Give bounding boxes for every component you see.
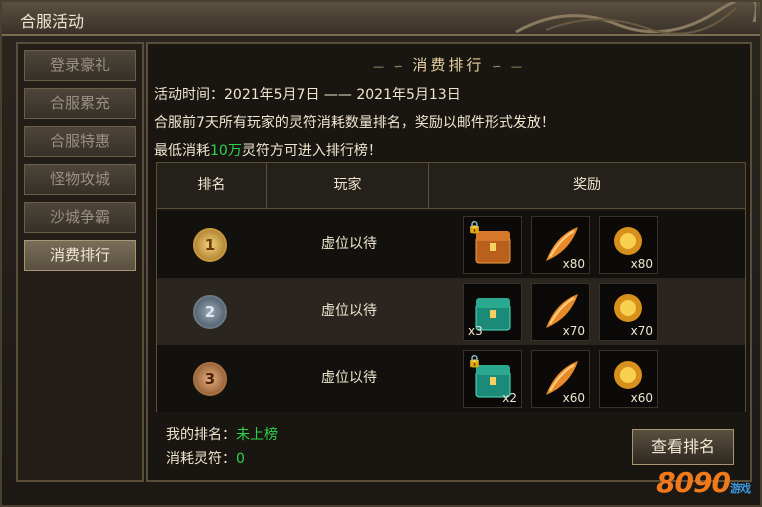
spent-talisman: 消耗灵符：0 [166, 448, 245, 468]
reward-slot[interactable]: x3 [463, 283, 522, 341]
minimum-requirement: 最低消耗10万灵符方可进入排行榜！ [154, 140, 382, 160]
player-name: 虚位以待 [321, 303, 377, 319]
reward-slot[interactable]: x60 [599, 350, 658, 408]
sidebar-item-castle-war[interactable]: 沙城争霸 [24, 202, 136, 233]
sidebar-item-login-gift[interactable]: 登录豪礼 [24, 50, 136, 81]
main-panel: — ∽ 消费排行 ∽ — 活动时间：2021年5月7日 —— 2021年5月13… [146, 42, 752, 482]
spent-value: 0 [236, 451, 245, 467]
reward-items: 🔒 x2 x60 x60 [463, 350, 658, 408]
title-bar[interactable]: 合服活动 [2, 2, 760, 36]
my-rank: 我的排名：未上榜 [166, 424, 278, 444]
table-header: 排名 玩家 奖励 [157, 163, 745, 209]
item-count: x60 [562, 391, 585, 405]
lock-icon: 🔒 [467, 220, 482, 234]
item-count: x60 [630, 391, 653, 405]
activity-window: 合服活动 登录豪礼 合服累充 合服特惠 怪物攻城 沙城争霸 消费排行 — ∽ 消… [0, 0, 762, 507]
item-count: x70 [630, 324, 653, 338]
rank-2-medal-icon: 2 [193, 295, 227, 329]
item-count: x80 [562, 257, 585, 271]
reward-slot[interactable]: x80 [599, 216, 658, 274]
ranking-table: 排名 玩家 奖励 1 虚位以待 🔒 x80 x80 2 虚位以待 x3 x70 … [156, 162, 746, 412]
reward-slot[interactable]: x70 [531, 283, 590, 341]
reward-slot[interactable]: x60 [531, 350, 590, 408]
table-row: 2 虚位以待 x3 x70 x70 [157, 278, 745, 345]
view-ranking-button[interactable]: 查看排名 [632, 429, 734, 465]
logo-number: 8090 [656, 466, 731, 499]
table-row: 1 虚位以待 🔒 x80 x80 [157, 211, 745, 278]
lock-icon: 🔒 [467, 354, 482, 368]
sidebar-item-spend-ranking[interactable]: 消费排行 [24, 240, 136, 271]
reward-slot[interactable]: 🔒 [463, 216, 522, 274]
activity-time: 活动时间：2021年5月7日 —— 2021年5月13日 [154, 87, 461, 103]
header-player: 玩家 [267, 163, 429, 209]
header-rank: 排名 [157, 163, 267, 209]
sidebar-item-monster-siege[interactable]: 怪物攻城 [24, 164, 136, 195]
panel-heading-text: 消费排行 [412, 56, 485, 74]
min-prefix: 最低消耗 [154, 143, 210, 159]
min-suffix: 灵符方可进入排行榜！ [241, 143, 382, 159]
item-count: x3 [468, 324, 483, 338]
reward-slot[interactable]: x80 [531, 216, 590, 274]
reward-items: x3 x70 x70 [463, 283, 658, 341]
sidebar-item-merge-sale[interactable]: 合服特惠 [24, 126, 136, 157]
item-count: x70 [562, 324, 585, 338]
sidebar: 登录豪礼 合服累充 合服特惠 怪物攻城 沙城争霸 消费排行 [16, 42, 144, 482]
reward-items: 🔒 x80 x80 [463, 216, 658, 274]
rank-3-medal-icon: 3 [193, 362, 227, 396]
logo-tag: 游戏 [730, 482, 751, 495]
min-amount: 10万 [210, 143, 242, 159]
my-rank-value: 未上榜 [236, 427, 278, 443]
rank-1-medal-icon: 1 [193, 228, 227, 262]
item-count: x2 [502, 391, 517, 405]
panel-heading: — ∽ 消费排行 ∽ — [148, 54, 750, 75]
site-logo: 8090游戏 [656, 466, 751, 499]
dragon-ornament-icon [515, 2, 756, 35]
reward-slot[interactable]: 🔒 x2 [463, 350, 522, 408]
spent-label: 消耗灵符： [166, 451, 236, 467]
reward-slot[interactable]: x70 [599, 283, 658, 341]
header-reward: 奖励 [573, 177, 601, 193]
window-title: 合服活动 [20, 12, 85, 31]
activity-description: 合服前7天所有玩家的灵符消耗数量排名，奖励以邮件形式发放！ [154, 115, 555, 131]
ornament-left-icon: — ∽ [373, 60, 413, 73]
sidebar-item-merge-recharge[interactable]: 合服累充 [24, 88, 136, 119]
item-count: x80 [630, 257, 653, 271]
player-name: 虚位以待 [321, 236, 377, 252]
ornament-right-icon: ∽ — [492, 60, 525, 73]
table-row: 3 虚位以待 🔒 x2 x60 x60 [157, 345, 745, 412]
player-name: 虚位以待 [321, 370, 377, 386]
my-rank-label: 我的排名： [166, 427, 236, 443]
